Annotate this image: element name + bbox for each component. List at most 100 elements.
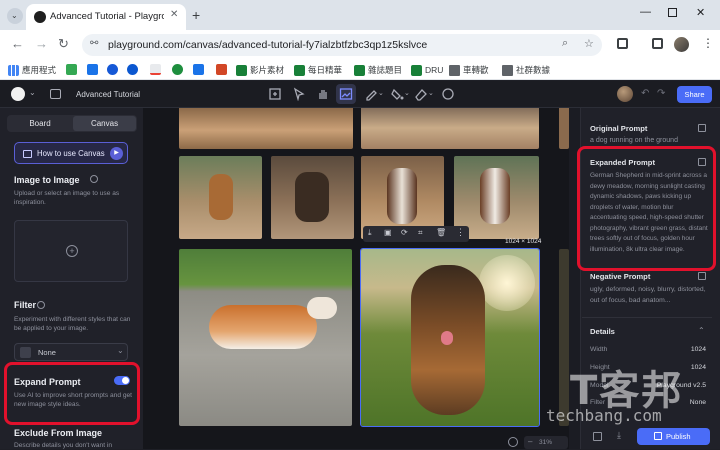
comment-icon[interactable] (441, 87, 455, 101)
tab-search-button[interactable]: ⌄ (7, 8, 23, 24)
bookmark-magazine[interactable]: 雜誌題目 (354, 63, 402, 77)
bookmark-icon-folder-blue[interactable] (193, 64, 204, 75)
bookmark-folder-car[interactable]: 車轉歡 (449, 63, 489, 77)
publish-label: Publish (666, 432, 691, 441)
browser-tab[interactable]: Advanced Tutorial - Playground ✕ (26, 4, 186, 30)
download-icon[interactable]: ⤓ (368, 228, 372, 238)
project-title[interactable]: Advanced Tutorial (76, 90, 140, 99)
bookmark-icon-o[interactable] (216, 64, 227, 75)
bookmark-daily[interactable]: 每日精華 (294, 63, 342, 77)
exclude-title: Exclude From Image (14, 428, 103, 438)
pencil-chevron-icon[interactable]: ⌄ (378, 89, 384, 97)
chevron-up-icon[interactable]: ⌃ (698, 326, 705, 335)
share-button[interactable]: Share (677, 86, 712, 103)
tab-close-icon[interactable]: ✕ (170, 9, 178, 20)
playground-favicon (34, 11, 46, 23)
bookmark-video[interactable]: 影片素材 (236, 63, 284, 77)
bookmark-icon-trend[interactable] (150, 64, 161, 75)
expanded-prompt-title: Expanded Prompt (590, 158, 655, 167)
zoom-out-icon[interactable]: – (528, 437, 532, 446)
canvas-image[interactable] (559, 108, 569, 149)
how-to-use-canvas-button[interactable]: How to use Canvas ▶ (14, 142, 128, 164)
remix-icon[interactable]: ⟳ (401, 228, 408, 237)
canvas-image-shepherd[interactable] (360, 248, 540, 427)
image-upload-dropzone[interactable]: + (14, 220, 128, 282)
logo-chevron-icon[interactable]: ⌄ (29, 88, 36, 97)
bookmark-dru[interactable]: DRU (411, 63, 443, 77)
negative-prompt-text: ugly, deformed, noisy, blurry, distorted… (590, 286, 706, 304)
playground-logo-icon[interactable] (11, 87, 25, 101)
forward-icon[interactable]: → (35, 36, 48, 51)
select-cursor-icon[interactable] (292, 87, 306, 101)
layout-toggle-icon[interactable] (50, 89, 61, 99)
expand-prompt-desc: Use AI to improve short prompts and get … (14, 392, 133, 409)
back-icon[interactable]: ← (11, 36, 24, 51)
folder-icon (449, 64, 460, 76)
bookmark-icon-leaf[interactable] (66, 64, 77, 75)
undo-icon[interactable]: ↶ (641, 88, 649, 99)
image-edit-icon (339, 88, 353, 100)
bookmark-folder-social[interactable]: 社群數據 (502, 63, 550, 77)
play-icon: ▶ (110, 147, 123, 160)
filter-select[interactable]: None ⌄ (14, 343, 128, 361)
zoom-icon[interactable]: ⌕ (562, 37, 568, 50)
sidepanel-icon[interactable] (652, 38, 663, 49)
target-icon[interactable] (508, 437, 518, 447)
bookmark-icon-b[interactable] (87, 64, 98, 75)
profile-avatar[interactable] (674, 37, 689, 52)
canvas-image[interactable] (179, 108, 353, 149)
generate-icon[interactable] (268, 87, 282, 101)
canvas-image-corgi[interactable] (179, 249, 352, 426)
close-window-icon[interactable]: ✕ (696, 6, 705, 19)
image-tool-button[interactable] (336, 84, 356, 104)
copy-icon[interactable] (698, 124, 706, 132)
minimize-icon[interactable]: — (640, 6, 651, 18)
maximize-icon[interactable] (668, 8, 677, 17)
toggle-knob (122, 377, 129, 384)
trash-icon[interactable]: 🗑 (436, 228, 446, 237)
pencil-icon[interactable] (364, 87, 378, 101)
eraser-icon[interactable] (414, 87, 428, 101)
hand-icon[interactable] (316, 87, 330, 101)
extensions-icon[interactable] (617, 38, 628, 49)
expand-prompt-toggle[interactable] (114, 376, 130, 385)
new-tab-icon[interactable]: + (192, 7, 200, 23)
tab-canvas[interactable]: Canvas (73, 116, 136, 131)
menu-icon[interactable]: ⋮ (702, 36, 714, 50)
canvas-image[interactable] (179, 156, 262, 239)
image-variation-icon[interactable]: ▣ (384, 228, 392, 237)
filter-desc: Experiment with different styles that ca… (14, 316, 131, 333)
tab-title: Advanced Tutorial - Playground (50, 11, 164, 22)
eraser-chevron-icon[interactable]: ⌄ (428, 89, 434, 97)
bookmark-icon-co[interactable] (127, 64, 138, 75)
copy-icon[interactable] (698, 272, 706, 280)
techbang-watermark: T客邦 techbang.com (542, 362, 712, 432)
more-icon[interactable]: ⋮ (456, 227, 465, 238)
info-icon[interactable] (90, 175, 98, 183)
canvas-area[interactable] (143, 108, 569, 449)
address-bar[interactable]: ⚯ playground.com/canvas/advanced-tutoria… (82, 34, 602, 56)
user-avatar[interactable] (617, 86, 633, 102)
bookmark-label: 社群數據 (516, 65, 551, 75)
copy-icon[interactable] (698, 158, 706, 166)
reload-icon[interactable]: ↻ (58, 36, 69, 52)
tab-board[interactable]: Board (8, 119, 72, 128)
expand-prompt-title: Expand Prompt (14, 377, 81, 387)
bookmark-icon-c[interactable] (107, 64, 118, 75)
fill-chevron-icon[interactable]: ⌄ (404, 89, 410, 97)
chevron-down-icon: ⌄ (117, 346, 124, 355)
canvas-image[interactable] (361, 108, 539, 149)
redo-icon[interactable]: ↷ (657, 88, 665, 99)
site-info-icon[interactable]: ⚯ (90, 38, 98, 49)
canvas-image[interactable] (271, 156, 354, 239)
info-icon[interactable] (37, 301, 45, 309)
bookmark-label: DRU (425, 65, 444, 75)
bookmark-apps[interactable]: 應用程式 (8, 63, 56, 77)
bookmark-star-icon[interactable]: ☆ (584, 37, 594, 50)
fill-icon[interactable] (390, 87, 404, 101)
copy-image-icon[interactable] (593, 432, 602, 441)
crop-icon[interactable]: ⌗ (418, 228, 423, 238)
bookmark-icon-circle[interactable] (172, 64, 183, 75)
bookmark-favicon (354, 64, 365, 76)
bookmark-label: 雜誌題目 (368, 65, 403, 75)
